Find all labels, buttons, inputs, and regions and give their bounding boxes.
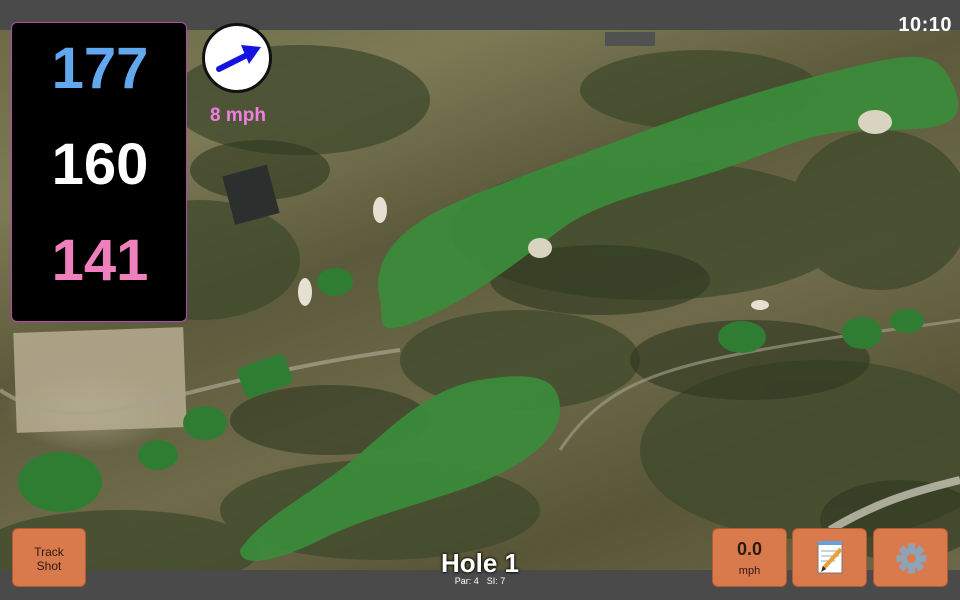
gear-icon <box>896 543 927 574</box>
track-shot-label-line2: Shot <box>36 559 62 573</box>
hole-title: Hole 1 <box>440 548 520 578</box>
hole-stroke-index: SI: 7 <box>486 576 506 586</box>
settings-button[interactable] <box>873 528 948 587</box>
distance-panel: 177 160 141 <box>11 22 187 322</box>
clock: 10:10 <box>898 14 952 36</box>
wind-arrow-icon <box>216 45 261 72</box>
hole-details: Par: 4 SI: 7 <box>380 576 580 586</box>
notepad-icon <box>817 541 843 574</box>
wind-speed: 8 mph <box>210 105 266 126</box>
wind-indicator <box>202 23 272 93</box>
hole-par: Par: 4 <box>454 576 479 586</box>
track-shot-button[interactable]: Track Shot <box>12 528 86 587</box>
distance-front: 141 <box>51 228 149 293</box>
speed-value: 0.0 <box>736 539 763 559</box>
distance-back: 177 <box>51 36 149 101</box>
speed-unit: mph <box>738 565 761 577</box>
track-shot-label-line1: Track <box>34 545 64 559</box>
distance-middle: 160 <box>51 132 149 197</box>
speed-button[interactable]: 0.0 mph <box>712 528 787 587</box>
notes-button[interactable] <box>792 528 867 587</box>
